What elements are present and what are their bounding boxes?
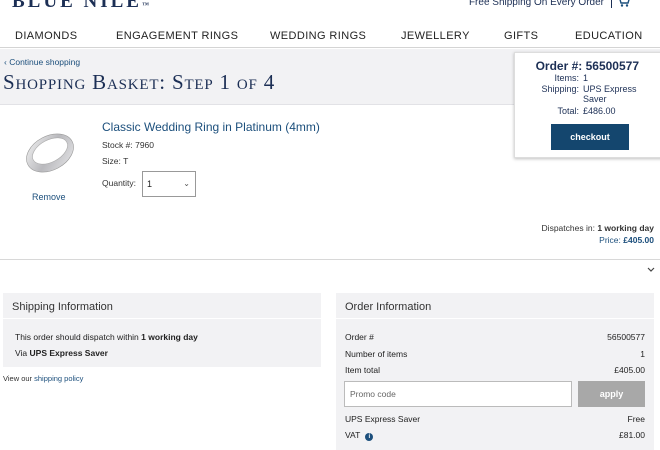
dispatch-line-bold: 1 working day: [141, 332, 198, 342]
nav-education[interactable]: EDUCATION: [575, 30, 643, 42]
trademark-mark: ™: [141, 1, 149, 9]
summary-items-row: Items: 1: [515, 73, 660, 83]
continue-shopping-label: Continue shopping: [9, 57, 81, 67]
vat-label: VAT: [345, 430, 361, 440]
price-value: £405.00: [623, 235, 654, 245]
size-value: T: [123, 156, 129, 166]
summary-shipping-row: Shipping: UPS Express Saver: [515, 84, 660, 104]
shipping-cost-label: UPS Express Saver: [345, 414, 421, 424]
shipping-cost-row: UPS Express Saver Free: [345, 414, 645, 424]
order-info-title: Order Information: [345, 301, 432, 313]
dispatch-label: Dispatches in:: [541, 223, 595, 233]
summary-shipping-label: Shipping:: [541, 84, 579, 94]
chevron-down-icon: ⌄: [183, 179, 190, 188]
shipping-info-header: Shipping Information: [3, 293, 321, 319]
checkout-button[interactable]: checkout: [551, 124, 629, 150]
summary-shipping-value: UPS Express Saver: [583, 84, 637, 104]
summary-order-value: 56500577: [585, 59, 639, 73]
quantity-value: 1: [147, 179, 153, 189]
remove-link[interactable]: Remove: [32, 192, 66, 202]
nav-gifts[interactable]: GIFTS: [504, 30, 538, 42]
free-shipping-link[interactable]: Free Shipping On Every Order: [469, 0, 604, 8]
page-title: Shopping Basket: Step 1 of 4: [3, 70, 276, 94]
summary-total-label: Total:: [557, 106, 579, 116]
header-divider: [611, 0, 612, 8]
main-nav: DIAMONDS ENGAGEMENT RINGS WEDDING RINGS …: [0, 26, 660, 48]
summary-total-value: £486.00: [583, 106, 616, 116]
continue-shopping-link[interactable]: ‹ Continue shopping: [4, 57, 80, 67]
price-label: Price:: [599, 235, 621, 245]
order-summary-box: Order #: 56500577 Items: 1 Shipping: UPS…: [514, 52, 660, 158]
nav-engagement-rings[interactable]: ENGAGEMENT RINGS: [116, 30, 238, 42]
top-header: BLUE NILE™ Free Shipping On Every Order: [0, 0, 660, 14]
nav-diamonds[interactable]: DIAMONDS: [15, 30, 77, 42]
carrier-line: Via UPS Express Saver: [15, 348, 108, 358]
shipping-cost-value: Free: [627, 414, 645, 424]
item-total-label: Item total: [345, 365, 380, 375]
apply-promo-button[interactable]: apply: [578, 381, 645, 407]
size-label: Size:: [102, 156, 121, 166]
info-icon[interactable]: i: [365, 433, 374, 441]
quantity-select[interactable]: 1 ⌄: [142, 171, 196, 197]
dispatch-value: 1 working day: [597, 223, 654, 233]
summary-total-row: Total: £486.00: [515, 106, 660, 116]
carrier-line-prefix: Via: [15, 348, 28, 358]
summary-order-number: Order #: 56500577: [515, 59, 639, 73]
vat-value: £81.00: [619, 430, 645, 440]
summary-items-label: Items:: [554, 73, 579, 83]
quantity-label: Quantity:: [102, 178, 137, 188]
section-divider: [0, 259, 660, 260]
shipping-policy-link[interactable]: shipping policy: [34, 374, 83, 383]
order-info-panel: Order Information Order # 56500577 Number…: [336, 293, 654, 450]
dispatch-line-prefix: This order should dispatch within: [15, 332, 139, 342]
shipping-info-title: Shipping Information: [12, 301, 113, 313]
promo-code-input[interactable]: [344, 381, 572, 407]
carrier-line-bold: UPS Express Saver: [29, 348, 108, 358]
logo-text: BLUE NILE: [12, 0, 142, 12]
shipping-policy-prefix: View our: [3, 374, 33, 383]
item-total-value: £405.00: [614, 365, 645, 375]
items-count-row: Number of items 1: [345, 349, 645, 359]
item-name-link[interactable]: Classic Wedding Ring in Platinum (4mm): [102, 120, 320, 134]
dispatch-line: This order should dispatch within 1 work…: [15, 332, 198, 342]
chevron-down-icon[interactable]: [646, 266, 656, 274]
items-count-label: Number of items: [345, 349, 408, 359]
stock-value: 7960: [135, 140, 155, 150]
item-price: Price: £405.00: [599, 235, 654, 245]
summary-order-label: Order #:: [535, 59, 583, 73]
logo[interactable]: BLUE NILE™: [12, 0, 149, 13]
order-number-label: Order #: [345, 332, 374, 342]
order-number-row: Order # 56500577: [345, 332, 645, 342]
item-total-row: Item total £405.00: [345, 365, 645, 375]
ring-image[interactable]: [20, 125, 78, 179]
cart-icon[interactable]: [616, 0, 630, 7]
summary-items-value: 1: [583, 73, 589, 83]
order-info-header: Order Information: [336, 293, 654, 319]
item-stock: Stock #: 7960: [102, 140, 154, 150]
order-number-value: 56500577: [607, 332, 645, 342]
dispatch-info: Dispatches in: 1 working day: [542, 223, 654, 233]
stock-label: Stock #:: [102, 140, 133, 150]
shipping-policy-text: View our shipping policy: [3, 374, 83, 383]
item-size: Size: T: [102, 156, 128, 166]
vat-row: VAT i £81.00: [345, 430, 645, 441]
nav-wedding-rings[interactable]: WEDDING RINGS: [270, 30, 366, 42]
items-count-value: 1: [640, 349, 645, 359]
shipping-info-panel: Shipping Information This order should d…: [3, 293, 321, 367]
nav-jewellery[interactable]: JEWELLERY: [401, 30, 470, 42]
